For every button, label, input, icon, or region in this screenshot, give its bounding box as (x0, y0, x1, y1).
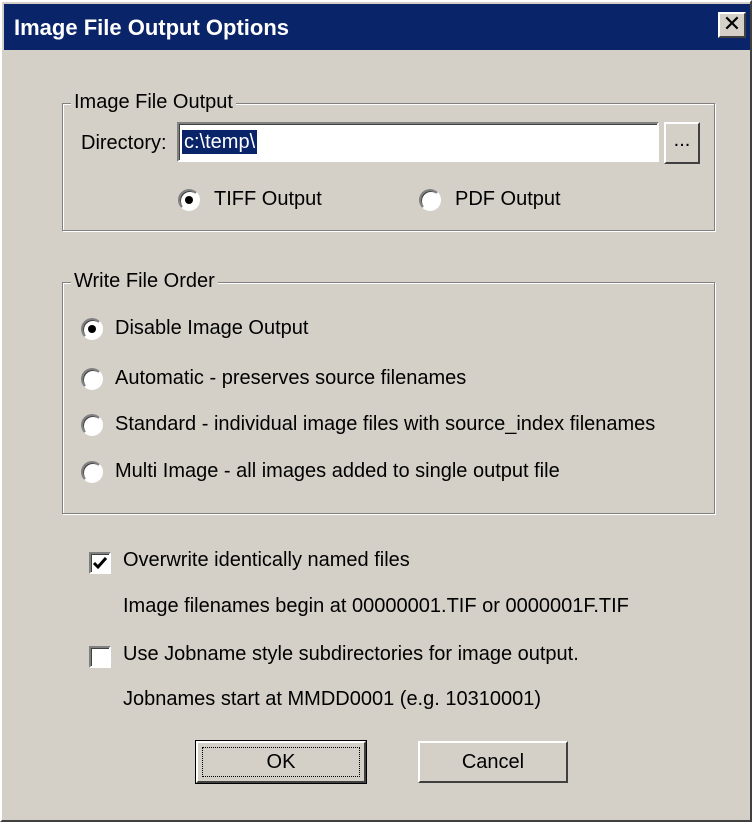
ok-button[interactable]: OK (195, 740, 367, 784)
pdf-output-label[interactable]: PDF Output (455, 188, 561, 211)
close-icon: ✕ (722, 11, 742, 36)
standard-label[interactable]: Standard - individual image files with s… (115, 413, 655, 436)
checkmark-icon (92, 557, 108, 570)
radio-selected-dot (88, 325, 96, 333)
overwrite-note: Image filenames begin at 00000001.TIF or… (123, 595, 629, 617)
dialog-title: Image File Output Options (14, 15, 289, 40)
browse-button-label: ... (673, 129, 691, 151)
close-button[interactable]: ✕ (718, 12, 746, 38)
standard-radio[interactable] (81, 414, 103, 436)
title-bar[interactable]: Image File Output Options ✕ (4, 4, 750, 50)
focus-ring (202, 747, 360, 777)
browse-button[interactable]: ... (664, 122, 700, 164)
dialog-window: Image File Output Options ✕ Image File O… (0, 0, 752, 822)
directory-value: c:\temp\ (182, 130, 258, 154)
directory-input[interactable]: c:\temp\ (177, 122, 659, 162)
jobname-note: Jobnames start at MMDD0001 (e.g. 1031000… (123, 688, 541, 710)
overwrite-label[interactable]: Overwrite identically named files (123, 549, 410, 572)
multi-image-radio[interactable] (81, 461, 103, 483)
disable-image-output-label[interactable]: Disable Image Output (115, 317, 308, 340)
jobname-subdirectories-checkbox[interactable] (89, 646, 111, 668)
tiff-output-radio[interactable] (178, 189, 200, 211)
write-file-order-legend: Write File Order (71, 270, 218, 293)
tiff-output-label[interactable]: TIFF Output (214, 188, 322, 211)
overwrite-checkbox[interactable] (89, 552, 111, 574)
cancel-button-label: Cancel (461, 751, 525, 773)
automatic-radio[interactable] (81, 368, 103, 390)
cancel-button[interactable]: Cancel (418, 741, 568, 783)
radio-selected-dot (185, 196, 193, 204)
directory-label: Directory: (81, 132, 167, 154)
image-file-output-legend: Image File Output (71, 91, 236, 114)
multi-image-label[interactable]: Multi Image - all images added to single… (115, 460, 560, 483)
pdf-output-radio[interactable] (419, 189, 441, 211)
jobname-subdirectories-label[interactable]: Use Jobname style subdirectories for ima… (123, 643, 579, 666)
disable-image-output-radio[interactable] (81, 318, 103, 340)
automatic-label[interactable]: Automatic - preserves source filenames (115, 367, 466, 390)
